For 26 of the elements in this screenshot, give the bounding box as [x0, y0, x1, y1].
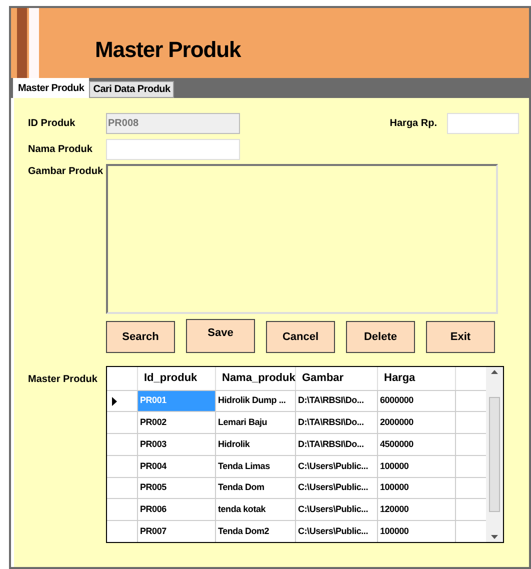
header-title: Master Produk	[95, 36, 241, 64]
banner-stripe	[17, 8, 27, 78]
tab[interactable]: Cari Data Produk	[89, 81, 174, 98]
table-cell: C:\Users\Public...	[296, 521, 378, 542]
action-button[interactable]: Delete	[346, 321, 415, 353]
table-cell: PR007	[138, 521, 216, 542]
scroll-up-icon[interactable]	[491, 370, 498, 374]
action-button[interactable]: Save	[186, 319, 255, 353]
id-label: ID Produk	[27, 116, 76, 130]
price-label: Harga Rp.	[390, 116, 437, 130]
scroll-down-icon[interactable]	[491, 535, 498, 539]
table-cell: Tenda Dom2	[216, 521, 296, 542]
name-field[interactable]	[106, 138, 240, 160]
image-label: Gambar Produk	[27, 165, 104, 179]
name-label: Nama Produk	[27, 142, 94, 156]
action-button[interactable]: Search	[106, 321, 175, 353]
tab[interactable]: Master Produk	[13, 78, 90, 98]
banner-stripe	[29, 8, 39, 78]
action-button[interactable]: Exit	[426, 321, 495, 353]
id-field[interactable]: PR008	[106, 112, 240, 134]
scrollbar[interactable]	[486, 367, 503, 542]
table-cell: 100000	[378, 521, 456, 542]
price-field[interactable]	[447, 112, 519, 134]
action-button[interactable]: Cancel	[266, 321, 335, 353]
grid-label: Master Produk	[27, 373, 98, 387]
table-cell: PR001	[138, 390, 216, 412]
